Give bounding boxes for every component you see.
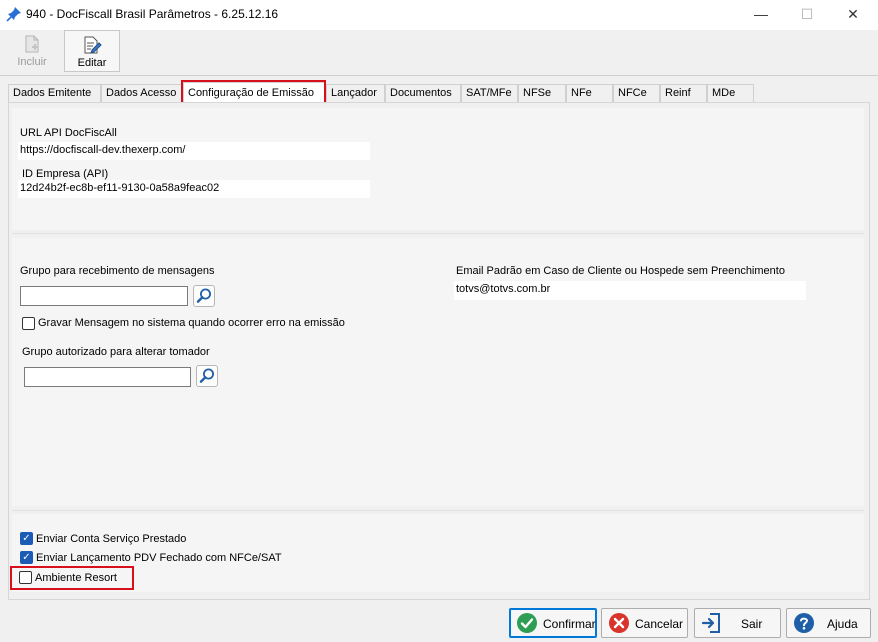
sair-button[interactable]: Sair [694, 608, 781, 638]
help-icon [794, 613, 814, 633]
url-api-label: URL API DocFiscAll [20, 127, 117, 139]
gravar-mensagem-label: Gravar Mensagem no sistema quando ocorre… [38, 317, 345, 329]
pushpin-icon [6, 7, 21, 22]
grupo-mensagens-label: Grupo para recebimento de mensagens [20, 265, 215, 277]
tab-sat-mfe[interactable]: SAT/MFe [461, 84, 518, 103]
incluir-button[interactable]: Incluir [4, 30, 60, 72]
tab-nfse[interactable]: NFSe [518, 84, 566, 103]
email-padrao-label: Email Padrão em Caso de Cliente ou Hospe… [456, 265, 785, 277]
tab-nfe[interactable]: NFe [566, 84, 613, 103]
tab-documentos[interactable]: Documentos [385, 84, 461, 103]
url-api-field[interactable]: https://docfiscall-dev.thexerp.com/ [18, 142, 370, 160]
id-empresa-label: ID Empresa (API) [22, 168, 109, 180]
toolbar-divider [0, 75, 878, 76]
cancelar-label: Cancelar [635, 617, 684, 631]
tab-strip: Dados Emitente Dados Acesso Configuração… [8, 82, 868, 104]
gravar-mensagem-checkbox[interactable] [22, 317, 35, 330]
toolbar: Incluir Editar [0, 30, 878, 74]
editar-button[interactable]: Editar [64, 30, 120, 72]
enviar-pdv-checkbox[interactable]: ✓ [20, 551, 33, 564]
title-bar: 940 - DocFiscall Brasil Parâmetros - 6.2… [0, 0, 878, 30]
check-circle-icon [517, 613, 537, 633]
exit-door-icon [701, 613, 720, 633]
section-divider [12, 233, 864, 234]
ambiente-resort-highlight-box [10, 566, 134, 590]
tab-lancador[interactable]: Lançador [326, 84, 385, 103]
cancel-circle-icon [609, 613, 629, 633]
grupo-tomador-input[interactable] [24, 367, 191, 387]
editar-label: Editar [77, 57, 107, 69]
new-document-icon [25, 35, 39, 53]
cancelar-button[interactable]: Cancelar [601, 608, 688, 638]
confirmar-button[interactable]: Confirmar [509, 608, 597, 638]
tab-reinf[interactable]: Reinf [660, 84, 707, 103]
tab-nfce[interactable]: NFCe [613, 84, 660, 103]
confirmar-label: Confirmar [543, 617, 596, 631]
email-padrao-field[interactable]: totvs@totvs.com.br [454, 281, 806, 300]
grupo-tomador-search-button[interactable] [196, 365, 218, 387]
edit-document-icon [84, 36, 102, 54]
search-icon [199, 368, 214, 383]
ajuda-label: Ajuda [827, 617, 858, 631]
grupo-mensagens-input[interactable] [20, 286, 188, 306]
close-button[interactable]: ✕ [830, 0, 876, 30]
section-divider [12, 510, 864, 511]
grupo-mensagens-search-button[interactable] [193, 285, 215, 307]
sair-label: Sair [741, 617, 763, 631]
incluir-label: Incluir [17, 56, 47, 68]
enviar-conta-label: Enviar Conta Serviço Prestado [36, 533, 187, 545]
id-empresa-field[interactable]: 12d24b2f-ec8b-ef11-9130-0a58a9feac02 [18, 180, 370, 198]
tab-dados-acesso[interactable]: Dados Acesso [101, 84, 183, 103]
minimize-button[interactable]: — [738, 0, 784, 30]
grupo-tomador-label: Grupo autorizado para alterar tomador [22, 346, 210, 358]
tab-mde[interactable]: MDe [707, 84, 754, 103]
enviar-conta-checkbox[interactable]: ✓ [20, 532, 33, 545]
enviar-pdv-label: Enviar Lançamento PDV Fechado com NFCe/S… [36, 552, 282, 564]
ajuda-button[interactable]: Ajuda [786, 608, 871, 638]
maximize-button[interactable]: ☐ [784, 0, 830, 30]
tab-dados-emitente[interactable]: Dados Emitente [8, 84, 101, 103]
api-panel [12, 108, 864, 230]
window-title: 940 - DocFiscall Brasil Parâmetros - 6.2… [26, 7, 279, 21]
search-icon [196, 288, 211, 303]
